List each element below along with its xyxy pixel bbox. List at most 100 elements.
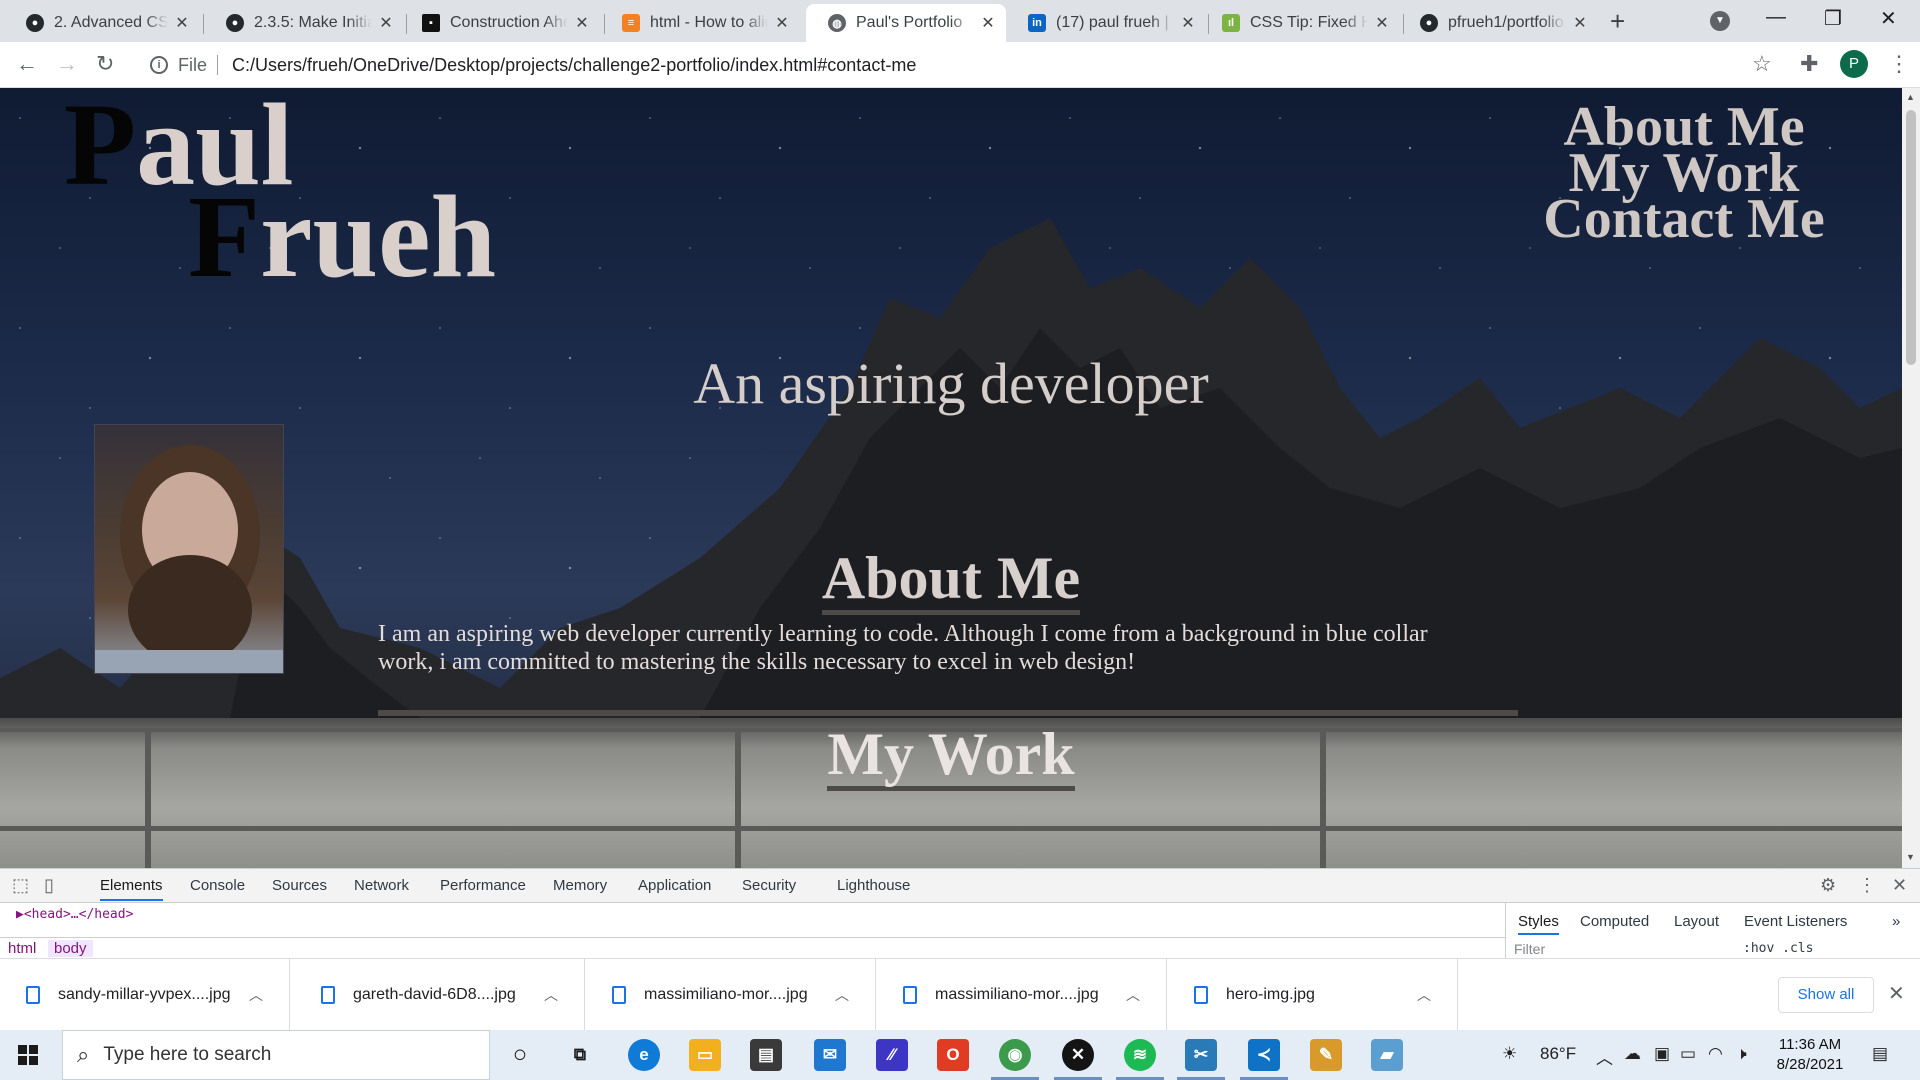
restore-icon[interactable]: ❐ [1824,6,1842,31]
nav-contact-me[interactable]: Contact Me [1514,191,1854,247]
wifi-icon[interactable]: ◠ [1708,1044,1723,1064]
devtools-menu-icon[interactable]: ⋮ [1858,875,1876,896]
close-icon[interactable]: ✕ [574,13,590,33]
taskbar-search[interactable]: ⌕ Type here to search [62,1030,490,1080]
layout-tab[interactable]: Layout [1674,913,1719,930]
notifications-icon[interactable]: ▤ [1872,1044,1888,1064]
profile-avatar[interactable]: P [1840,50,1868,78]
weather-temp[interactable]: 86°F [1540,1044,1576,1064]
download-item[interactable]: hero-img.jpg ︿ [1168,959,1458,1031]
download-item[interactable]: massimiliano-mor....jpg ︿ [877,959,1167,1031]
devtools-close-icon[interactable]: ✕ [1892,875,1907,896]
styles-tab[interactable]: Styles [1518,913,1559,935]
close-icon[interactable]: ✕ [1572,13,1588,33]
app-icon[interactable]: ▰ [1371,1039,1403,1071]
forward-icon[interactable]: → [56,51,78,77]
styles-filter-input[interactable]: Filter [1514,941,1545,957]
settings-gear-icon[interactable]: ⚙ [1820,875,1836,896]
mail-icon[interactable]: ✉ [814,1039,846,1071]
devtools-tab-elements[interactable]: Elements [100,877,163,901]
cortana-icon[interactable]: ○ [504,1039,536,1071]
hov-cls-toggle[interactable]: :hov .cls [1743,941,1813,956]
devtools-tab-lighthouse[interactable]: Lighthouse [837,877,910,894]
close-shelf-icon[interactable]: ✕ [1888,981,1905,1006]
scroll-up-icon[interactable]: ▲ [1906,92,1915,102]
office-icon[interactable]: O [937,1039,969,1071]
edge-icon[interactable]: e [628,1039,660,1071]
weather-icon[interactable]: ☀ [1502,1044,1517,1064]
devtools-tab-memory[interactable]: Memory [553,877,607,894]
scrollbar-thumb[interactable] [1906,110,1916,365]
download-item[interactable]: massimiliano-mor....jpg ︿ [586,959,876,1031]
close-icon[interactable]: ✕ [1180,13,1196,33]
bookmark-star-icon[interactable]: ☆ [1752,51,1772,77]
paint-icon[interactable]: ✎ [1310,1039,1342,1071]
xbox-icon[interactable]: ✕ [1054,1039,1102,1080]
windows-start-icon[interactable] [18,1045,38,1065]
info-icon[interactable]: i [150,56,168,74]
close-icon[interactable]: ✕ [774,13,790,33]
devtools-tab-console[interactable]: Console [190,877,245,894]
browser-tab[interactable]: ● 2.3.5: Make Initial ✕ [204,4,404,42]
download-item[interactable]: gareth-david-6D8....jpg ︿ [295,959,585,1031]
volume-muted-icon[interactable]: 🕨 [1736,1044,1747,1064]
browser-tab[interactable]: ▪ Construction Ahe ✕ [400,4,600,42]
minimize-icon[interactable]: — [1766,6,1786,29]
browser-tab[interactable]: ● 2. Advanced CSS f ✕ [4,4,200,42]
download-item[interactable]: sandy-millar-yvpex....jpg ︿ [0,959,290,1031]
url-text[interactable]: C:/Users/frueh/OneDrive/Desktop/projects… [232,55,916,76]
new-tab-icon[interactable]: + [1610,6,1625,37]
computed-tab[interactable]: Computed [1580,913,1649,930]
devtools-tab-performance[interactable]: Performance [440,877,526,894]
chevron-up-icon[interactable]: ︿ [249,985,263,1005]
snipping-tool-icon[interactable]: ✂ [1177,1039,1225,1080]
store-icon[interactable]: ▤ [750,1039,782,1071]
inspect-element-icon[interactable]: ⬚ [12,875,29,896]
close-icon[interactable]: ✕ [378,13,394,33]
chevron-up-icon[interactable]: ︿ [544,985,558,1005]
breadcrumb-body[interactable]: body [48,940,93,957]
chevron-up-icon[interactable]: ︿ [1417,985,1431,1005]
browser-tab-active[interactable]: ◍ Paul's Portfolio ✕ [806,4,1006,42]
onedrive-icon[interactable]: ☁ [1624,1044,1641,1064]
breadcrumb-html[interactable]: html [8,940,36,957]
battery-icon[interactable]: ▭ [1680,1044,1696,1064]
close-icon[interactable]: ✕ [174,13,190,33]
close-icon[interactable]: ✕ [1374,13,1390,33]
chevron-up-icon[interactable]: ︿ [835,985,849,1005]
vscode-icon[interactable]: ≺ [1240,1039,1288,1080]
event-listeners-tab[interactable]: Event Listeners [1744,913,1847,930]
show-all-downloads-button[interactable]: Show all [1778,977,1874,1013]
devtools-tab-application[interactable]: Application [638,877,711,894]
extensions-icon[interactable]: ✚ [1800,51,1818,77]
devtools-tab-network[interactable]: Network [354,877,409,894]
close-window-icon[interactable]: ✕ [1880,6,1897,31]
tray-app-icon[interactable]: ▣ [1654,1044,1670,1064]
system-clock[interactable]: 11:36 AM 8/28/2021 [1765,1035,1855,1075]
address-bar[interactable]: i File C:/Users/frueh/OneDrive/Desktop/p… [142,48,1782,82]
tray-chevron-icon[interactable]: ︿ [1596,1044,1613,1069]
reload-icon[interactable]: ↻ [96,51,114,77]
spotify-icon[interactable]: ≋ [1116,1039,1164,1080]
powerapps-icon[interactable]: ⁄⁄ [876,1039,908,1071]
browser-tab[interactable]: ıl CSS Tip: Fixed He ✕ [1200,4,1400,42]
file-explorer-icon[interactable]: ▭ [689,1039,721,1071]
browser-tab[interactable]: in (17) paul frueh | L ✕ [1006,4,1206,42]
devtools-tab-sources[interactable]: Sources [272,877,327,894]
scroll-down-icon[interactable]: ▼ [1906,852,1915,862]
back-icon[interactable]: ← [16,51,38,77]
chevron-up-icon[interactable]: ︿ [1126,985,1140,1005]
more-tabs-icon[interactable]: » [1892,913,1900,930]
task-view-icon[interactable]: ⧉ [564,1039,596,1071]
browser-tab[interactable]: ≡ html - How to alig ✕ [600,4,800,42]
tab-search-icon[interactable]: ▼ [1710,11,1730,31]
page-scrollbar[interactable]: ▲ ▼ [1902,88,1920,868]
dom-tree-line[interactable]: ▶<head>…</head> [16,907,133,922]
devtools-tab-security[interactable]: Security [742,877,796,894]
close-icon[interactable]: ✕ [980,13,996,33]
menu-kebab-icon[interactable]: ⋮ [1888,51,1910,77]
browser-tab[interactable]: ● pfrueh1/portfolio ✕ [1398,4,1598,42]
device-toggle-icon[interactable]: ▯ [44,875,54,896]
search-icon: ⌕ [77,1042,90,1067]
chrome-icon[interactable]: ◉ [991,1039,1039,1080]
